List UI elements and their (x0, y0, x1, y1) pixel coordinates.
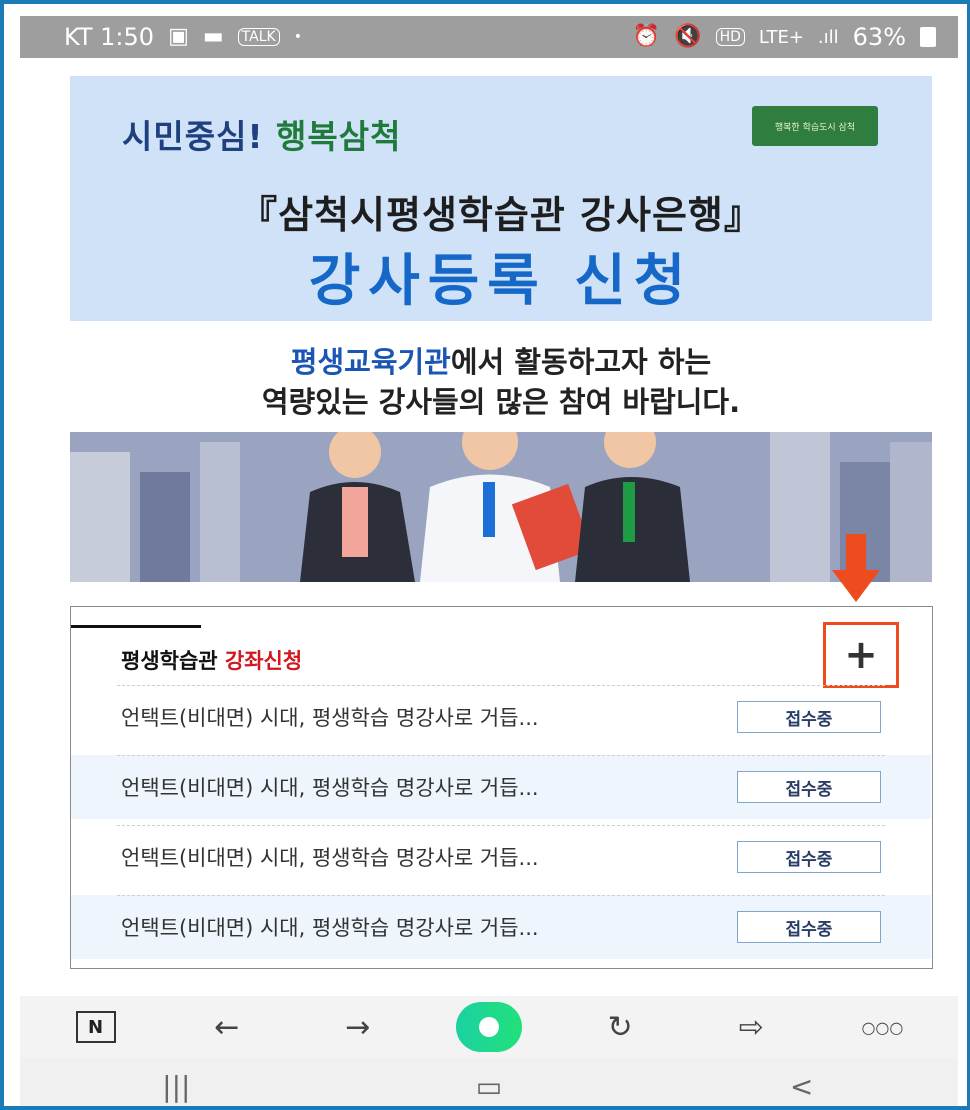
banner: 시민중심! 행복삼척 행복한 학습도시 삼척 『삼척시평생학습관 강사은행』 강… (70, 76, 932, 321)
status-left: KT 1:50 ▣ ▬ TALK • (64, 23, 302, 51)
signal-icon: .ıll (817, 26, 839, 48)
forward-arrow-icon[interactable]: → (323, 1002, 393, 1052)
list-item[interactable]: 언택트(비대면) 시대, 평생학습 명강사로 거듭... 접수중 (71, 755, 931, 819)
battery-icon (920, 27, 936, 47)
course-title[interactable]: 언택트(비대면) 시대, 평생학습 명강사로 거듭... (121, 912, 539, 942)
row-divider (117, 755, 885, 756)
system-back-icon[interactable]: < (742, 1062, 862, 1106)
phone-screen: KT 1:50 ▣ ▬ TALK • ⏰ 🔇 HD LTE+ .ıll 63% … (0, 0, 970, 1110)
browser-toolbar: N ← → ↻ ⇨ ○○○ (20, 996, 958, 1058)
green-dot-button[interactable] (454, 1002, 524, 1052)
mute-icon: 🔇 (674, 24, 702, 49)
panel-title-part2: 강좌신청 (224, 649, 303, 673)
system-nav-bar: ||| ▭ < (20, 1058, 958, 1106)
course-title[interactable]: 언택트(비대면) 시대, 평생학습 명강사로 거듭... (121, 772, 539, 802)
banner-headline: 강사등록 신청 (308, 249, 694, 314)
battery-level: 63% (852, 23, 906, 51)
message-line2: 역량있는 강사들의 많은 참여 바랍니다. (261, 385, 741, 419)
back-arrow-icon[interactable]: ← (192, 1002, 262, 1052)
gallery-icon: ▣ (168, 24, 189, 49)
course-title[interactable]: 언택트(비대면) 시대, 평생학습 명강사로 거듭... (121, 842, 539, 872)
status-button[interactable]: 접수중 (737, 771, 881, 803)
illustration-image (70, 432, 932, 582)
row-divider (117, 825, 885, 826)
more-icon[interactable]: ○○○ (847, 1002, 917, 1052)
list-item[interactable]: 언택트(비대면) 시대, 평생학습 명강사로 거듭... 접수중 (71, 895, 931, 959)
slogan-part2: 행복삼척 (276, 117, 402, 156)
list-item[interactable]: 언택트(비대면) 시대, 평생학습 명강사로 거듭... 접수중 (71, 685, 931, 749)
panel-accent-line (71, 625, 201, 628)
naver-home-button[interactable]: N (61, 1002, 131, 1052)
lte-icon: LTE+ (758, 26, 804, 48)
down-arrow-icon (832, 534, 880, 602)
panel-title-part1: 평생학습관 (121, 649, 218, 673)
course-title[interactable]: 언택트(비대면) 시대, 평생학습 명강사로 거듭... (121, 702, 539, 732)
talk-icon: TALK (237, 28, 280, 46)
row-divider (117, 895, 885, 896)
slogan-part1: 시민중심! (122, 117, 264, 156)
status-bar: KT 1:50 ▣ ▬ TALK • ⏰ 🔇 HD LTE+ .ıll 63% (20, 16, 958, 58)
hd-icon: HD (715, 28, 745, 46)
dot-icon: • (293, 29, 302, 45)
status-right: ⏰ 🔇 HD LTE+ .ıll 63% (633, 23, 936, 51)
green-dot-icon (455, 1002, 522, 1052)
share-icon[interactable]: ⇨ (716, 1002, 786, 1052)
row-divider (117, 685, 885, 686)
carrier-time: KT 1:50 (64, 23, 155, 51)
invitation-message: 평생교육기관에서 활동하고자 하는 역량있는 강사들의 많은 참여 바랍니다. (70, 342, 932, 422)
panel-title: 평생학습관 강좌신청 (121, 645, 302, 675)
message-line1: 평생교육기관에서 활동하고자 하는 (70, 342, 932, 382)
status-button[interactable]: 접수중 (737, 701, 881, 733)
home-icon[interactable]: ▭ (429, 1062, 549, 1106)
course-application-panel: 평생학습관 강좌신청 + 언택트(비대면) 시대, 평생학습 명강사로 거듭..… (70, 606, 933, 969)
refresh-icon[interactable]: ↻ (585, 1002, 655, 1052)
city-logo-badge: 행복한 학습도시 삼척 (752, 106, 878, 146)
banner-slogan: 시민중심! 행복삼척 (122, 110, 401, 158)
recent-apps-icon[interactable]: ||| (116, 1062, 236, 1106)
message-line1-rest: 에서 활동하고자 하는 (450, 345, 712, 379)
status-button[interactable]: 접수중 (737, 911, 881, 943)
more-plus-button[interactable]: + (823, 622, 899, 688)
list-item[interactable]: 언택트(비대면) 시대, 평생학습 명강사로 거듭... 접수중 (71, 825, 931, 889)
status-button[interactable]: 접수중 (737, 841, 881, 873)
naver-icon: N (75, 1011, 116, 1043)
message-highlight: 평생교육기관 (290, 345, 451, 379)
banner-title: 『삼척시평생학습관 강사은행』 (239, 193, 763, 237)
message-icon: ▬ (202, 24, 224, 49)
alarm-icon: ⏰ (632, 24, 661, 49)
instructors-illustration (70, 432, 932, 582)
